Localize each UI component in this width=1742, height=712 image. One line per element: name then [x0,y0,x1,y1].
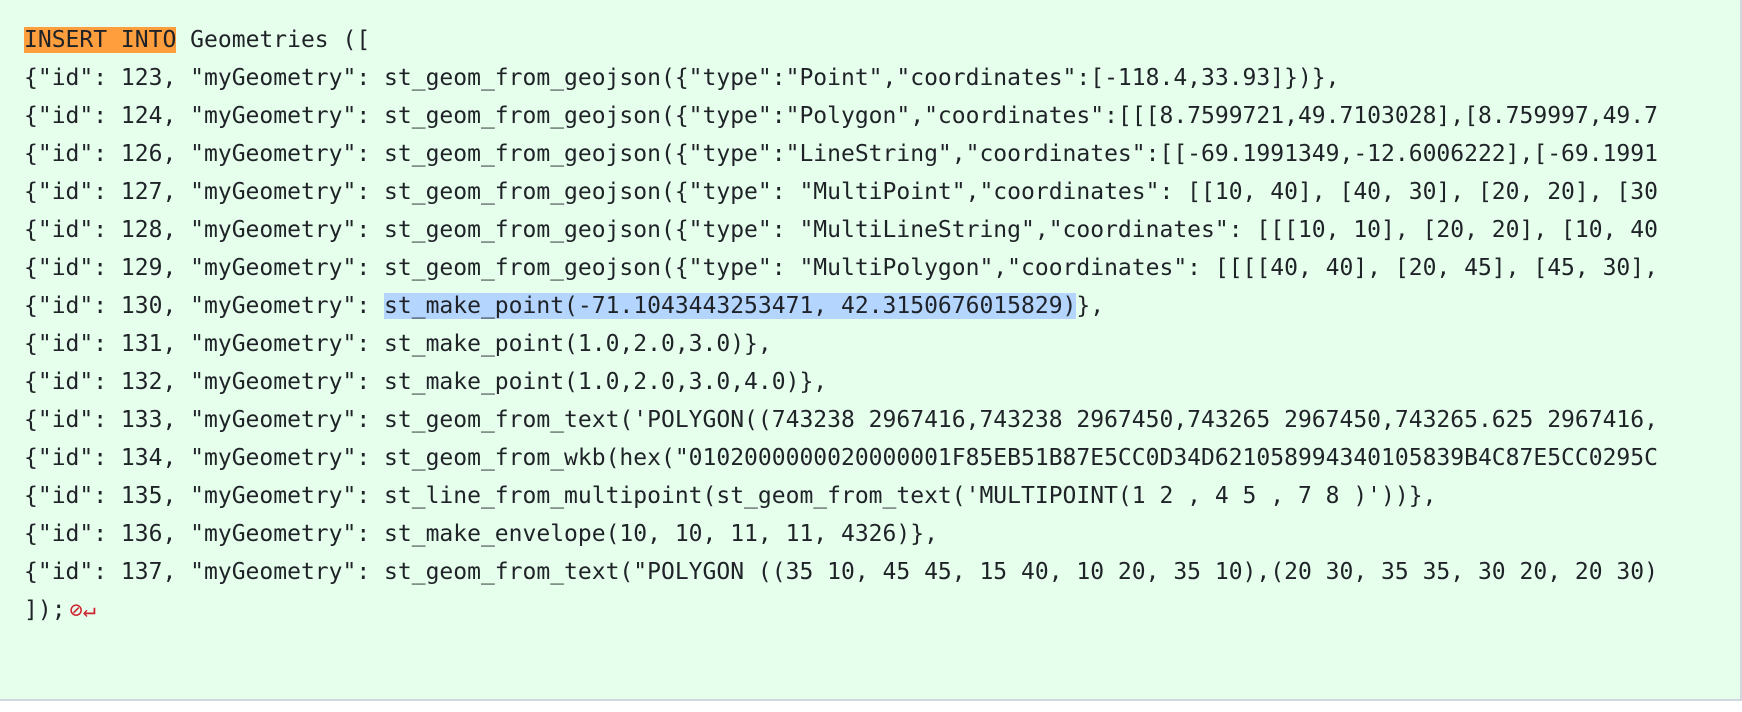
code-line: {"id": 128, "myGeometry": st_geom_from_g… [24,217,1658,243]
insert-into-keyword: INSERT INTO [24,27,177,53]
selected-line-prefix: {"id": 130, "myGeometry": [24,293,385,319]
code-line-footer: ]); ⊘↵ [24,590,1740,630]
code-line: {"id": 123, "myGeometry": st_geom_from_g… [24,65,1340,91]
no-newline-at-eof-icon: ⊘↵ [69,598,97,623]
code-line: {"id": 134, "myGeometry": st_geom_from_w… [24,445,1658,471]
code-line-header: INSERT INTO Geometries ([ [24,20,1740,60]
code-line-selected: {"id": 130, "myGeometry": st_make_point(… [24,286,1740,326]
code-line: {"id": 127, "myGeometry": st_geom_from_g… [24,179,1658,205]
code-line: {"id": 137, "myGeometry": st_geom_from_t… [24,559,1658,585]
code-line: {"id": 135, "myGeometry": st_line_from_m… [24,483,1437,509]
closing-statement: ]); [24,597,66,623]
selected-line-suffix: }, [1076,293,1105,319]
code-line: {"id": 131, "myGeometry": st_make_point(… [24,331,772,357]
table-name: Geometries ([ [176,27,371,53]
code-line: {"id": 124, "myGeometry": st_geom_from_g… [24,103,1658,129]
code-line: {"id": 133, "myGeometry": st_geom_from_t… [24,407,1658,433]
code-line: {"id": 129, "myGeometry": st_geom_from_g… [24,255,1658,281]
code-line: {"id": 136, "myGeometry": st_make_envelo… [24,521,938,547]
code-line: {"id": 132, "myGeometry": st_make_point(… [24,369,828,395]
code-diff-pane: INSERT INTO Geometries ([ {"id": 123, "m… [0,0,1742,701]
text-selection[interactable]: st_make_point(-71.1043443253471, 42.3150… [384,293,1077,319]
code-line: {"id": 126, "myGeometry": st_geom_from_g… [24,141,1658,167]
